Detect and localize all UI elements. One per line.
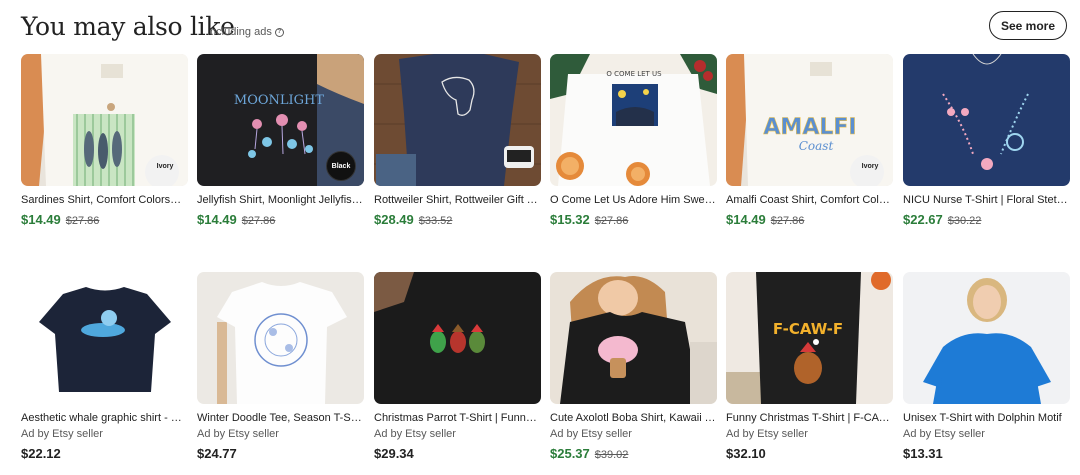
listing-image[interactable]	[21, 272, 188, 404]
listing-card[interactable]: Ivory Sardines Shirt, Comfort Colors® Sh…	[21, 54, 188, 227]
price-row: $13.31	[903, 446, 1070, 461]
price-row: $14.49 $27.86	[21, 212, 188, 227]
price-row: $25.37 $39.02	[550, 446, 717, 461]
listing-card[interactable]: Winter Doodle Tee, Season T-Shirt Ad by …	[197, 272, 364, 461]
listing-title[interactable]: Jellyfish Shirt, Moonlight Jellyfish Tee	[197, 193, 364, 207]
listing-card[interactable]: Unisex T-Shirt with Dolphin Motif Ad by …	[903, 272, 1070, 461]
ad-seller-label: Ad by Etsy seller	[374, 428, 456, 440]
fcawf-text: F-CAW-F	[773, 320, 843, 338]
listing-title[interactable]: O Come Let Us Adore Him Sweatshirt	[550, 193, 717, 207]
ad-seller-label: Ad by Etsy seller	[726, 428, 808, 440]
sale-price: $14.49	[21, 212, 61, 227]
ad-seller-label: Ad by Etsy seller	[550, 428, 632, 440]
listing-card[interactable]: O COME LET US O Come Let Us Adore Him Sw…	[550, 54, 717, 227]
original-price: $27.86	[241, 215, 276, 227]
original-price: $27.86	[65, 215, 100, 227]
price: $22.12	[21, 446, 61, 461]
sale-price: $22.67	[903, 212, 943, 227]
listing-image[interactable]: MOONLIGHT Black	[197, 54, 364, 186]
christmas-parrot-shirt-image	[374, 272, 541, 404]
listing-image[interactable]	[374, 272, 541, 404]
price: $24.77	[197, 446, 237, 461]
fcawf-shirt-image: F-CAW-F	[726, 272, 893, 404]
listing-card[interactable]: Rottweiler Shirt, Rottweiler Gift Tee $2…	[374, 54, 541, 227]
original-price: $30.22	[947, 215, 982, 227]
listing-image[interactable]	[374, 54, 541, 186]
price-row: $14.49 $27.86	[197, 212, 364, 227]
original-price: $27.86	[770, 215, 805, 227]
price-row: $29.34	[374, 446, 541, 461]
color-tag: Ivory	[156, 162, 174, 170]
sale-price: $14.49	[197, 212, 237, 227]
sale-price: $15.32	[550, 212, 590, 227]
price: $32.10	[726, 446, 766, 461]
listing-image[interactable]	[903, 272, 1070, 404]
info-icon[interactable]: ?	[274, 27, 284, 37]
listing-image[interactable]: AMALFI Coast Ivory	[726, 54, 893, 186]
coast-text: Coast	[799, 139, 834, 153]
ad-seller-label: Ad by Etsy seller	[197, 428, 279, 440]
price-row: $15.32 $27.86	[550, 212, 717, 227]
price-row: $22.12	[21, 446, 188, 461]
listing-title[interactable]: Unisex T-Shirt with Dolphin Motif	[903, 411, 1070, 425]
sale-price: $14.49	[726, 212, 766, 227]
listing-image[interactable]: O COME LET US	[550, 54, 717, 186]
whale-shirt-image	[21, 272, 188, 404]
section-title: You may also like	[21, 12, 235, 41]
see-more-button[interactable]: See more	[988, 11, 1067, 40]
ad-seller-label: Ad by Etsy seller	[903, 428, 985, 440]
listing-title[interactable]: Winter Doodle Tee, Season T-Shirt	[197, 411, 364, 425]
listing-title[interactable]: Sardines Shirt, Comfort Colors® Shirt, F…	[21, 193, 188, 207]
section-header: You may also like Including ads ? See mo…	[21, 10, 1067, 44]
listing-card[interactable]: Cute Axolotl Boba Shirt, Kawaii Tee Ad b…	[550, 272, 717, 461]
rottweiler-shirt-image	[374, 54, 541, 186]
listing-image[interactable]	[903, 54, 1070, 186]
color-tag: Ivory	[861, 162, 879, 170]
listing-image[interactable]: Ivory	[21, 54, 188, 186]
listing-image[interactable]: F-CAW-F	[726, 272, 893, 404]
listing-title[interactable]: NICU Nurse T-Shirt | Floral Stethoscope	[903, 193, 1070, 207]
price-row: $14.49 $27.86	[726, 212, 893, 227]
listing-card[interactable]: MOONLIGHT Black Jellyfish Shirt, Moonlig…	[197, 54, 364, 227]
ads-disclosure[interactable]: Including ads ?	[207, 26, 284, 38]
amalfi-text: AMALFI	[763, 115, 856, 140]
dolphin-shirt-image	[903, 272, 1070, 404]
come-text: O COME LET US	[606, 70, 662, 78]
price: $13.31	[903, 446, 943, 461]
ads-note-label: Including ads	[207, 26, 272, 38]
sale-price: $28.49	[374, 212, 414, 227]
original-price: $33.52	[418, 215, 453, 227]
listing-title[interactable]: Christmas Parrot T-Shirt | Funny Gift	[374, 411, 541, 425]
color-tag: Black	[326, 151, 356, 181]
listing-title[interactable]: Amalfi Coast Shirt, Comfort Colors Tee	[726, 193, 893, 207]
adore-him-sweatshirt-image: O COME LET US	[550, 54, 717, 186]
listing-card[interactable]: NICU Nurse T-Shirt | Floral Stethoscope …	[903, 54, 1070, 227]
listing-card[interactable]: F-CAW-F Funny Christmas T-Shirt | F-CAW-…	[726, 272, 893, 461]
listing-card[interactable]: Aesthetic whale graphic shirt - Blue Ad …	[21, 272, 188, 461]
moonlight-text: MOONLIGHT	[234, 93, 324, 108]
price: $29.34	[374, 446, 414, 461]
ad-seller-label: Ad by Etsy seller	[21, 428, 103, 440]
price-row: $28.49 $33.52	[374, 212, 541, 227]
listing-image[interactable]	[550, 272, 717, 404]
listing-card[interactable]: Christmas Parrot T-Shirt | Funny Gift Ad…	[374, 272, 541, 461]
price-row: $24.77	[197, 446, 364, 461]
axolotl-boba-shirt-image	[550, 272, 717, 404]
listing-title[interactable]: Cute Axolotl Boba Shirt, Kawaii Tee	[550, 411, 717, 425]
original-price: $39.02	[594, 449, 629, 461]
listing-title[interactable]: Funny Christmas T-Shirt | F-CAW-F Tee	[726, 411, 893, 425]
listing-image[interactable]	[197, 272, 364, 404]
nicu-nurse-shirt-image	[903, 54, 1070, 186]
price-row: $22.67 $30.22	[903, 212, 1070, 227]
original-price: $27.86	[594, 215, 629, 227]
listing-title[interactable]: Aesthetic whale graphic shirt - Blue	[21, 411, 188, 425]
listing-card[interactable]: AMALFI Coast Ivory Amalfi Coast Shirt, C…	[726, 54, 893, 227]
sale-price: $25.37	[550, 446, 590, 461]
listing-title[interactable]: Rottweiler Shirt, Rottweiler Gift Tee	[374, 193, 541, 207]
price-row: $32.10	[726, 446, 893, 461]
winter-doodle-shirt-image	[197, 272, 364, 404]
